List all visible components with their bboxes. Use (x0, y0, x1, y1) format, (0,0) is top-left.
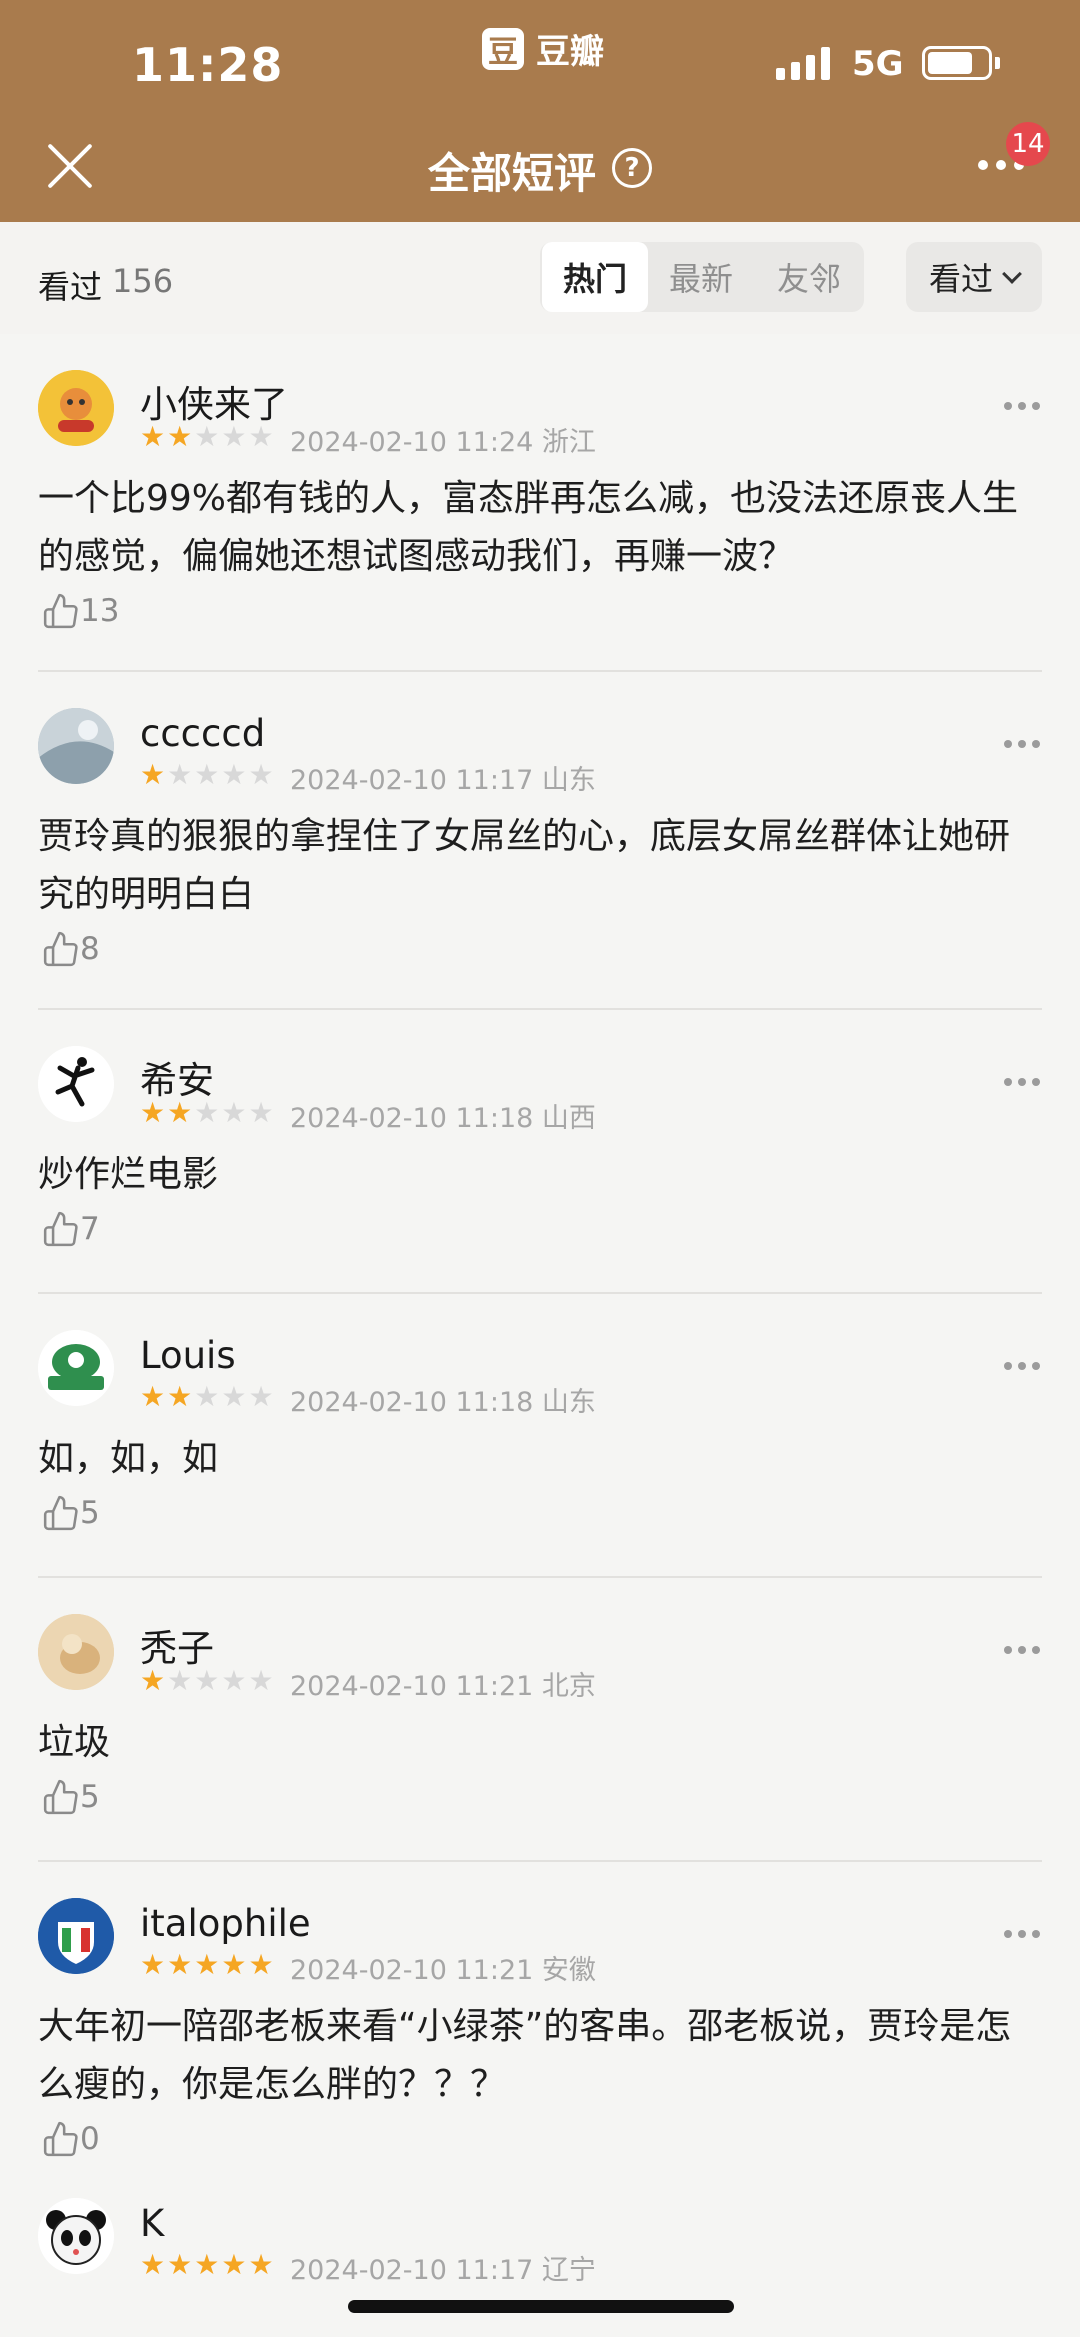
rating-stars: ★ ★ ★ ★ ★ (140, 2248, 274, 2281)
close-icon[interactable] (44, 140, 96, 192)
review-time: 2024-02-10 11:17 (290, 2255, 534, 2286)
review-more-icon[interactable] (1004, 1646, 1040, 1654)
divider (38, 1576, 1042, 1578)
watched-label: 看过 (38, 268, 103, 306)
review-meta: 2024-02-10 11:17 山东 (290, 758, 596, 797)
like-count: 0 (80, 2121, 100, 2157)
avatar[interactable] (38, 2198, 114, 2274)
username[interactable]: italophile (140, 1902, 311, 1945)
app-name: 豆瓣 (536, 32, 604, 72)
review-time: 2024-02-10 11:24 (290, 427, 534, 458)
avatar[interactable] (38, 1046, 114, 1122)
avatar[interactable] (38, 708, 114, 784)
review-location: 辽宁 (541, 2255, 596, 2286)
avatar[interactable] (38, 370, 114, 446)
review-content: 如，如，如 (38, 1438, 219, 1479)
battery-icon (922, 46, 992, 80)
thumb-up-icon (43, 593, 78, 629)
review-time: 2024-02-10 11:21 (290, 1671, 534, 1702)
like-count: 5 (80, 1495, 100, 1531)
review-meta: 2024-02-10 11:18 山东 (290, 1380, 596, 1419)
like-button[interactable]: 5 (42, 1494, 100, 1532)
review-more-icon[interactable] (1004, 1362, 1040, 1370)
review-meta: 2024-02-10 11:18 山西 (290, 1096, 596, 1135)
avatar[interactable] (38, 1614, 114, 1690)
thumb-up-icon (43, 2121, 78, 2157)
review-time: 2024-02-10 11:18 (290, 1387, 534, 1418)
app-brand: 豆 豆瓣 (482, 24, 604, 73)
review-meta: 2024-02-10 11:17 辽宁 (290, 2248, 596, 2287)
review-time: 2024-02-10 11:21 (290, 1955, 534, 1986)
review-more-icon[interactable] (1004, 740, 1040, 748)
review-content: 垃圾 (38, 1722, 111, 1763)
review-location: 北京 (541, 1671, 596, 1702)
review-content: 一个比99%都有钱的人，富态胖再怎么减，也没法还原丧人生的感觉，偏偏她还想试图感… (38, 478, 1019, 577)
rating-stars: ★ ★ ★ ★ ★ (140, 1380, 274, 1413)
username[interactable]: cccccd (140, 712, 265, 755)
review-more-icon[interactable] (1004, 402, 1040, 410)
review-time: 2024-02-10 11:18 (290, 1103, 534, 1134)
rating-stars: ★ ★ ★ ★ ★ (140, 1096, 274, 1129)
like-button[interactable]: 7 (42, 1210, 100, 1248)
username[interactable]: K (140, 2202, 164, 2245)
review-meta: 2024-02-10 11:21 安徽 (290, 1948, 596, 1987)
like-count: 5 (80, 1779, 100, 1815)
avatar[interactable] (38, 1330, 114, 1406)
review-more-icon[interactable] (1004, 1078, 1040, 1086)
like-button[interactable]: 8 (42, 930, 100, 968)
review-location: 浙江 (541, 427, 596, 458)
network-label: 5G (852, 44, 904, 84)
rating-stars: ★ ★ ★ ★ ★ (140, 1664, 274, 1697)
review-location: 山东 (541, 765, 596, 796)
rating-stars: ★ ★ ★ ★ ★ (140, 1948, 274, 1981)
thumb-up-icon (43, 1779, 78, 1815)
status-time: 11:28 (132, 38, 284, 92)
rating-stars: ★ ★ ★ ★ ★ (140, 758, 274, 791)
divider (38, 1860, 1042, 1862)
help-icon[interactable]: ? (612, 148, 652, 188)
like-button[interactable]: 13 (42, 592, 119, 630)
review-content: 大年初一陪邵老板来看“小绿茶”的客串。邵老板说，贾玲是怎么瘦的，你是怎么胖的？？… (38, 2006, 1012, 2105)
tab-hot[interactable]: 热门 (542, 242, 648, 312)
thumb-up-icon (43, 1495, 78, 1531)
like-count: 13 (80, 593, 120, 629)
review-more-icon[interactable] (1004, 1930, 1040, 1938)
like-button[interactable]: 5 (42, 1778, 100, 1816)
douban-logo-icon: 豆 (482, 27, 524, 70)
review-content: 炒作烂电影 (38, 1154, 219, 1195)
like-count: 8 (80, 931, 100, 967)
dropdown-label: 看过 (928, 260, 993, 298)
home-indicator[interactable] (348, 2300, 734, 2313)
avatar[interactable] (38, 1898, 114, 1974)
divider (38, 1008, 1042, 1010)
sort-tabs: 热门 最新 友邻 (540, 242, 864, 312)
tab-friends[interactable]: 友邻 (756, 242, 862, 312)
watched-count: 156 (112, 262, 174, 300)
review-meta: 2024-02-10 11:24 浙江 (290, 420, 596, 459)
review-location: 山东 (541, 1387, 596, 1418)
review-content: 贾玲真的狠狠的拿捏住了女屌丝的心，底层女屌丝群体让她研究的明明白白 (38, 816, 1011, 915)
watched-filter-dropdown[interactable]: 看过 (906, 242, 1042, 312)
divider (38, 670, 1042, 672)
review-time: 2024-02-10 11:17 (290, 765, 534, 796)
thumb-up-icon (43, 931, 78, 967)
thumb-up-icon (43, 1211, 78, 1247)
review-meta: 2024-02-10 11:21 北京 (290, 1664, 596, 1703)
signal-icon (776, 46, 830, 80)
review-location: 山西 (541, 1103, 596, 1134)
username[interactable]: Louis (140, 1334, 236, 1377)
divider (38, 1292, 1042, 1294)
review-location: 安徽 (541, 1955, 596, 1986)
rating-stars: ★ ★ ★ ★ ★ (140, 420, 274, 453)
notification-badge: 14 (1006, 122, 1050, 166)
tab-latest[interactable]: 最新 (648, 242, 754, 312)
battery-cap (995, 57, 1000, 69)
page-title: 全部短评 (428, 149, 597, 198)
chevron-down-icon (1002, 264, 1022, 284)
like-count: 7 (80, 1211, 100, 1247)
like-button[interactable]: 0 (42, 2120, 100, 2158)
